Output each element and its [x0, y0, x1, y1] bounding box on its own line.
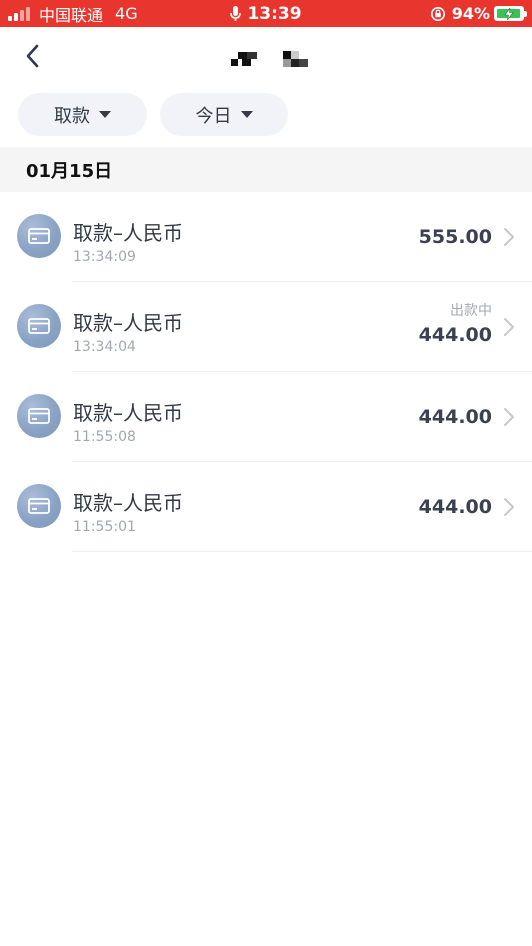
transaction-status: 出款中 — [450, 303, 492, 319]
chevron-right-icon — [502, 406, 516, 428]
clock: 13:39 — [247, 3, 302, 24]
network-type: 4G — [115, 4, 138, 23]
status-bar: 中国联通 4G 13:39 94% — [0, 0, 532, 27]
transaction-list: 取款–人民币 13:34:09 555.00 取款–人民币 13:34:04 出… — [0, 192, 532, 552]
chevron-left-icon — [26, 44, 39, 68]
redacted-title — [231, 51, 308, 67]
transaction-row[interactable]: 取款–人民币 11:55:01 444.00 — [0, 462, 532, 552]
filter-bar: 取款 今日 — [0, 87, 532, 147]
transaction-amount: 444.00 — [418, 496, 492, 518]
type-filter-label: 取款 — [54, 105, 90, 127]
wallet-card-icon — [17, 394, 61, 438]
signal-icon — [8, 6, 32, 21]
transaction-title: 取款–人民币 — [73, 491, 183, 515]
transaction-row[interactable]: 取款–人民币 13:34:09 555.00 — [0, 192, 532, 282]
row-divider — [72, 551, 532, 552]
date-header-text: 01月15日 — [26, 160, 113, 182]
date-section-header: 01月15日 — [0, 147, 532, 192]
caret-down-icon — [99, 111, 111, 118]
transaction-title: 取款–人民币 — [73, 221, 183, 245]
transaction-amount: 444.00 — [418, 406, 492, 428]
type-filter-dropdown[interactable]: 取款 — [18, 93, 147, 136]
transaction-amount: 444.00 — [418, 324, 492, 346]
caret-down-icon — [240, 111, 253, 118]
battery-charging-icon — [494, 6, 527, 21]
carrier-name: 中国联通 — [39, 5, 104, 25]
battery-percent: 94% — [451, 4, 490, 23]
microphone-icon — [230, 5, 242, 22]
chevron-right-icon — [502, 496, 516, 518]
transaction-title: 取款–人民币 — [73, 401, 183, 425]
transaction-time: 11:55:08 — [73, 429, 136, 445]
nav-bar — [0, 27, 532, 87]
date-filter-dropdown[interactable]: 今日 — [160, 93, 288, 136]
wallet-card-icon — [17, 214, 61, 258]
chevron-right-icon — [502, 316, 516, 338]
date-filter-label: 今日 — [195, 105, 232, 127]
transaction-time: 13:34:04 — [73, 339, 136, 355]
transaction-time: 13:34:09 — [73, 249, 136, 265]
transaction-row[interactable]: 取款–人民币 13:34:04 出款中 444.00 — [0, 282, 532, 372]
wallet-card-icon — [17, 484, 61, 528]
transaction-title: 取款–人民币 — [73, 311, 183, 335]
wallet-card-icon — [17, 304, 61, 348]
rotation-lock-icon — [430, 6, 446, 22]
transaction-amount: 555.00 — [418, 226, 492, 248]
transaction-row[interactable]: 取款–人民币 11:55:08 444.00 — [0, 372, 532, 462]
chevron-right-icon — [502, 226, 516, 248]
back-button[interactable] — [18, 41, 46, 71]
transaction-time: 11:55:01 — [73, 519, 136, 535]
